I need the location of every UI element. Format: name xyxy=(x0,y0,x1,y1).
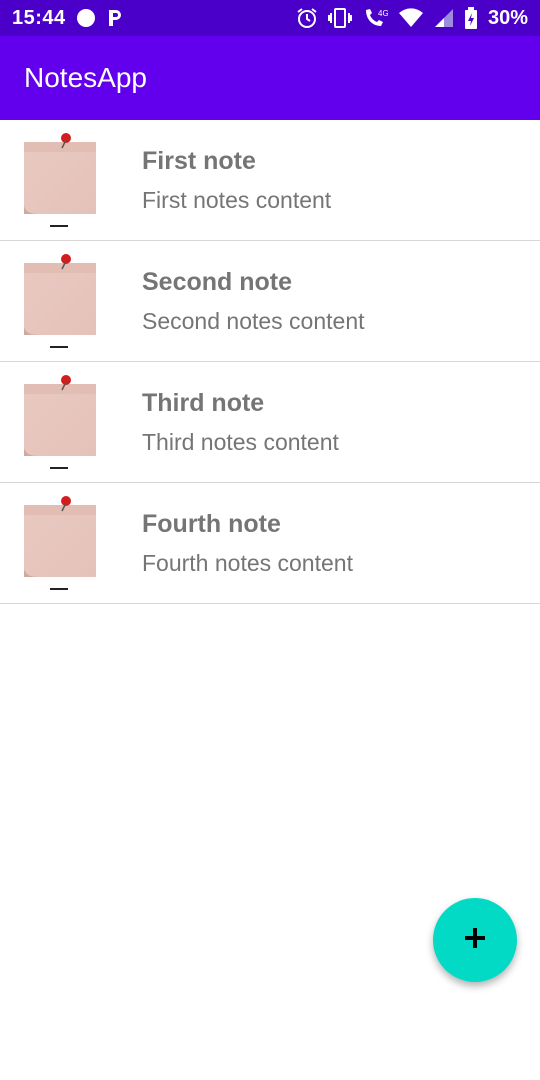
sticky-note-icon xyxy=(22,253,98,349)
plus-icon xyxy=(463,926,487,955)
signal-icon xyxy=(434,8,454,28)
note-title: Fourth note xyxy=(142,510,281,538)
battery-level: 30% xyxy=(487,6,528,29)
sticky-note-icon xyxy=(22,132,98,228)
battery-icon xyxy=(464,7,478,29)
notes-list: First note First notes content Second no… xyxy=(0,120,540,604)
note-content: Third notes content xyxy=(142,429,339,455)
list-item[interactable]: Second note Second notes content xyxy=(0,241,540,362)
status-bar-right: 4G 30% xyxy=(296,7,528,30)
list-item[interactable]: Fourth note Fourth notes content xyxy=(0,483,540,604)
sticky-note-icon xyxy=(22,495,98,591)
note-text: Third note Third notes content xyxy=(142,388,339,456)
note-content: Second notes content xyxy=(142,308,365,334)
list-item[interactable]: First note First notes content xyxy=(0,120,540,241)
circle-icon xyxy=(76,8,96,28)
list-item[interactable]: Third note Third notes content xyxy=(0,362,540,483)
add-note-button[interactable] xyxy=(433,898,517,982)
note-text: Fourth note Fourth notes content xyxy=(142,509,353,577)
status-time: 15:44 xyxy=(12,6,66,29)
vibrate-icon xyxy=(327,7,352,29)
network-type: 4G xyxy=(378,9,388,18)
note-title: Second note xyxy=(142,268,293,296)
wifi-call-icon: 4G xyxy=(362,7,388,29)
wifi-icon xyxy=(398,7,424,29)
status-bar: 15:44 4G 30% xyxy=(0,0,540,36)
sticky-note-icon xyxy=(22,374,98,470)
alarm-icon xyxy=(296,7,318,29)
app-title: NotesApp xyxy=(24,62,147,93)
status-bar-left: 15:44 xyxy=(12,7,124,30)
note-title: First note xyxy=(142,147,256,175)
note-text: First note First notes content xyxy=(142,146,331,214)
note-title: Third note xyxy=(142,389,265,417)
note-content: First notes content xyxy=(142,187,332,213)
note-text: Second note Second notes content xyxy=(142,267,365,335)
app-bar: NotesApp xyxy=(0,36,540,120)
note-content: Fourth notes content xyxy=(142,550,353,576)
p-icon xyxy=(106,8,124,28)
